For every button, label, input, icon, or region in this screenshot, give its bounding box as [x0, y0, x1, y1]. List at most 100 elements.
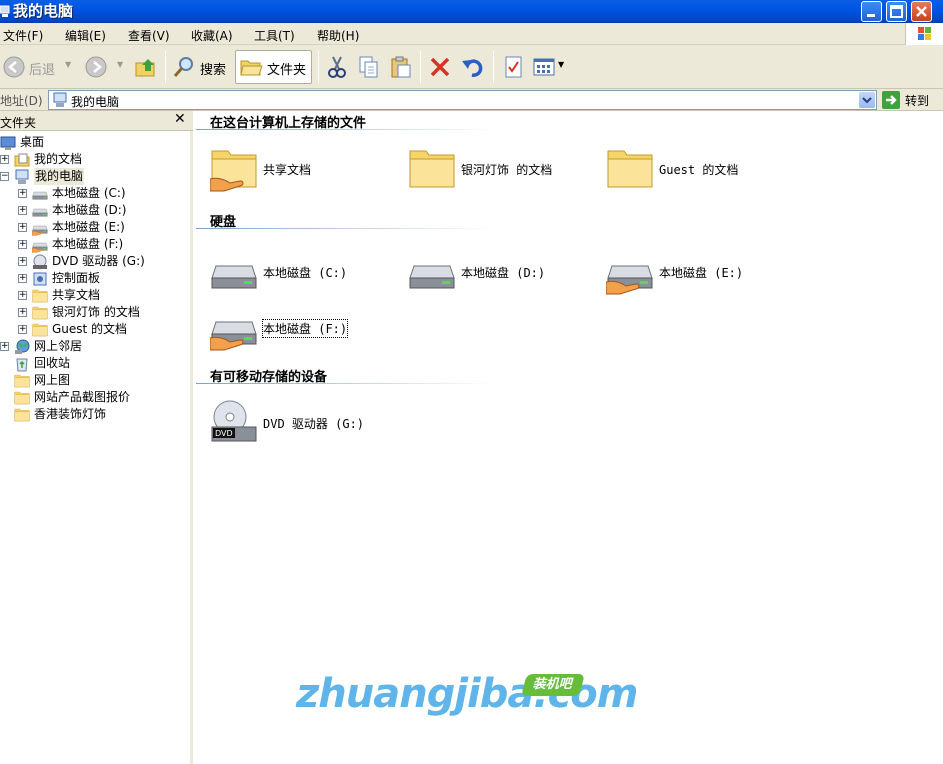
expand-icon[interactable]: + [0, 155, 9, 164]
title-bar[interactable]: 我的电脑 [0, 0, 943, 23]
toolbar: 后退 ▼ ▼ 搜索 文件夹 ▼ [0, 45, 943, 89]
minimize-button[interactable] [861, 1, 882, 22]
collapse-icon[interactable]: − [0, 172, 9, 181]
expand-icon[interactable]: + [18, 206, 27, 215]
tree-item-label: 本地磁盘 (D:) [52, 203, 127, 217]
paste-icon [391, 56, 411, 78]
tree-item[interactable]: + 本地磁盘 (C:) [0, 185, 190, 202]
tree-item[interactable]: + 银河灯饰 的文档 [0, 304, 190, 321]
my-computer-icon [14, 169, 30, 184]
up-button[interactable] [134, 50, 160, 84]
maximize-icon [890, 5, 903, 18]
tree-item[interactable]: 网上图 [0, 372, 190, 389]
cut-button[interactable] [325, 50, 349, 84]
folder-icon [606, 145, 654, 193]
tree-item[interactable]: 网站产品截图报价 [0, 389, 190, 406]
menu-view[interactable]: 查看(V) [128, 27, 170, 44]
expand-icon[interactable]: + [18, 223, 27, 232]
tree-item-label: 控制面板 [52, 271, 101, 285]
tree-item-label: 香港装饰灯饰 [34, 407, 107, 421]
tree-item-label: 本地磁盘 (C:) [52, 186, 126, 200]
folders-button[interactable]: 文件夹 [235, 50, 312, 84]
tree-item[interactable]: + 共享文档 [0, 287, 190, 304]
shared-drive-icon [209, 304, 258, 352]
menu-tools[interactable]: 工具(T) [254, 27, 295, 44]
folder-icon [32, 322, 48, 337]
forward-button[interactable]: ▼ [84, 50, 128, 84]
toolbar-separator [318, 51, 319, 83]
tree-item-label: 网上邻居 [34, 339, 83, 353]
undo-button[interactable] [460, 50, 484, 84]
content-item[interactable]: 本地磁盘 (D:) [408, 248, 598, 298]
expand-icon[interactable]: + [18, 257, 27, 266]
tree-item[interactable]: + 我的文档 [0, 151, 190, 168]
maximize-button[interactable] [886, 1, 907, 22]
tree-item-label: 网上图 [34, 373, 71, 387]
paste-button[interactable] [389, 50, 413, 84]
menu-help[interactable]: 帮助(H) [317, 27, 359, 44]
tree-item[interactable]: + 本地磁盘 (E:) [0, 219, 190, 236]
tree-item-label: 回收站 [34, 356, 71, 370]
expand-icon[interactable]: + [0, 342, 9, 351]
close-icon [916, 6, 927, 17]
tree-item[interactable]: 桌面 [0, 134, 190, 151]
network-icon [14, 339, 30, 354]
content-item[interactable]: DVD DVD 驱动器 (G:) [210, 399, 400, 449]
content-item[interactable]: Guest 的文档 [606, 145, 796, 195]
tree-item-label: 本地磁盘 (E:) [52, 220, 125, 234]
address-dropdown-button[interactable] [859, 92, 875, 108]
address-input[interactable]: 我的电脑 [48, 90, 877, 110]
address-value: 我的电脑 [71, 95, 120, 109]
expand-icon[interactable]: + [18, 189, 27, 198]
folder-icon [14, 407, 30, 422]
drive-icon [210, 248, 258, 296]
tree-item[interactable]: + 网上邻居 [0, 338, 190, 355]
properties-button[interactable] [502, 50, 526, 84]
views-dropdown-icon[interactable]: ▼ [558, 60, 564, 69]
expand-icon[interactable]: + [18, 274, 27, 283]
go-button[interactable]: 转到 [880, 91, 942, 109]
views-button[interactable]: ▼ [532, 50, 568, 84]
shared-drive-icon [31, 220, 48, 236]
content-item[interactable]: 本地磁盘 (F:) [209, 304, 400, 354]
group-divider [196, 129, 496, 130]
expand-icon[interactable]: + [18, 240, 27, 249]
tree-item[interactable]: + DVD 驱动器 (G:) [0, 253, 190, 270]
scissors-icon [328, 56, 346, 78]
content-item[interactable]: 本地磁盘 (E:) [605, 248, 796, 298]
expand-icon[interactable]: + [18, 325, 27, 334]
menu-file[interactable]: 文件(F) [3, 27, 43, 44]
copy-button[interactable] [357, 50, 381, 84]
tree-item-label: 共享文档 [52, 288, 101, 302]
search-button[interactable]: 搜索 [170, 50, 230, 84]
close-icon[interactable]: ✕ [174, 111, 186, 127]
tree-item[interactable]: + Guest 的文档 [0, 321, 190, 338]
expand-icon[interactable]: + [18, 308, 27, 317]
tree-item-label: 网站产品截图报价 [34, 390, 131, 404]
close-button[interactable] [911, 1, 932, 22]
expand-icon[interactable]: + [18, 291, 27, 300]
tree-item[interactable]: − 我的电脑 [0, 168, 190, 185]
toolbar-separator [420, 51, 421, 83]
tree-item-label: Guest 的文档 [52, 322, 128, 336]
tree-item[interactable]: + 本地磁盘 (D:) [0, 202, 190, 219]
back-dropdown-icon[interactable]: ▼ [65, 60, 71, 69]
group-divider [196, 228, 496, 229]
delete-button[interactable] [428, 50, 452, 84]
menu-edit[interactable]: 编辑(E) [65, 27, 106, 44]
content-item[interactable]: 本地磁盘 (C:) [210, 248, 400, 298]
tree-item[interactable]: + 本地磁盘 (F:) [0, 236, 190, 253]
back-button[interactable]: 后退 ▼ [2, 50, 74, 84]
content-item[interactable]: 银河灯饰 的文档 [408, 145, 598, 195]
go-arrow-icon [882, 91, 900, 109]
menu-favorites[interactable]: 收藏(A) [191, 27, 233, 44]
tree-item-label: 我的文档 [34, 152, 83, 166]
back-label: 后退 [29, 63, 56, 78]
tree-item[interactable]: + 控制面板 [0, 270, 190, 287]
tree-item[interactable]: 香港装饰灯饰 [0, 406, 190, 423]
content-item[interactable]: 共享文档 [209, 145, 400, 195]
content-pane: 在这台计算机上存储的文件 共享文档 银河灯饰 的文档 Guest 的文档 硬盘 本地磁盘 … [196, 111, 943, 764]
drive-icon [32, 203, 48, 218]
tree-item[interactable]: 回收站 [0, 355, 190, 372]
forward-dropdown-icon[interactable]: ▼ [117, 60, 123, 69]
